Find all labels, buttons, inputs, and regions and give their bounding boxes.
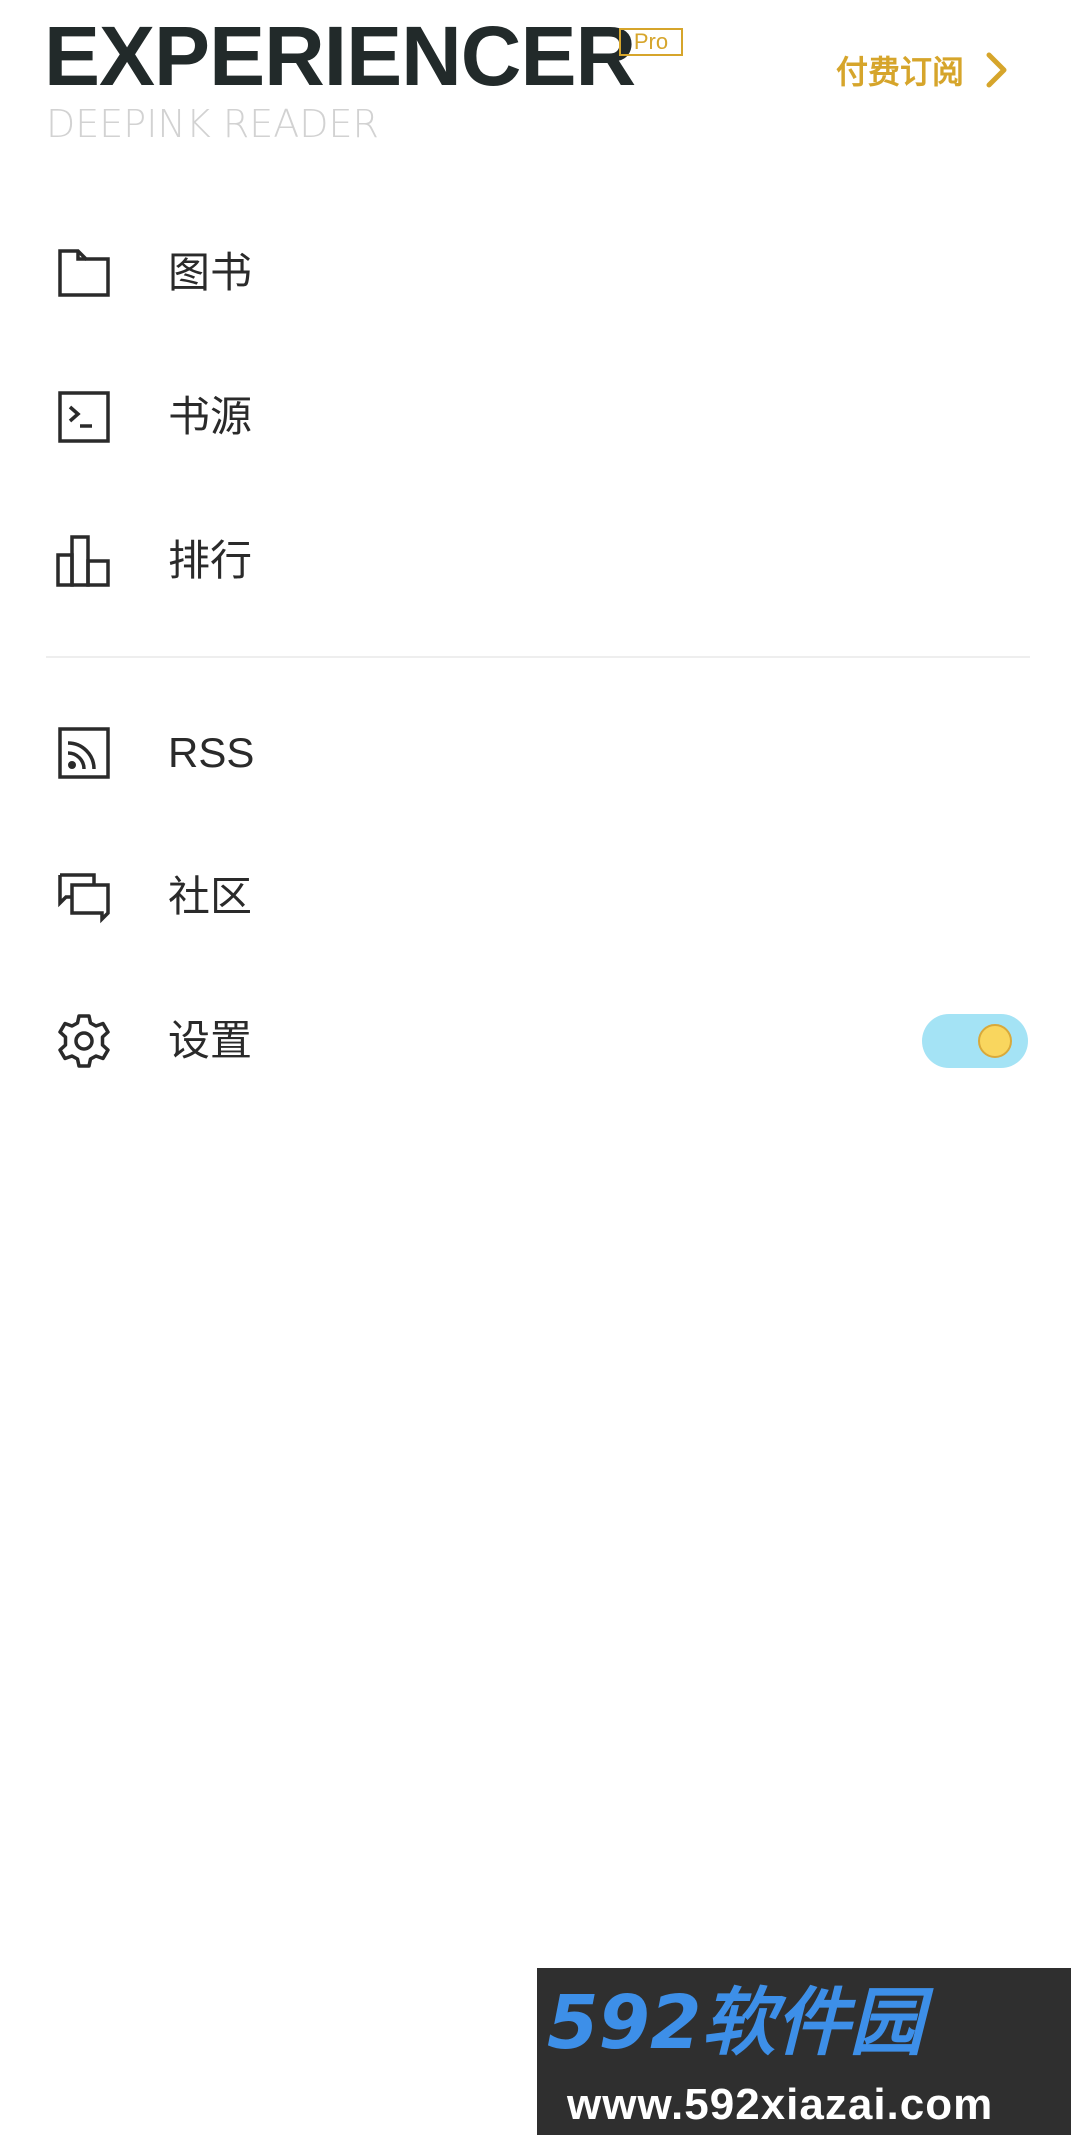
settings-toggle[interactable]: [922, 1014, 1028, 1068]
menu-item-sources[interactable]: 书源: [0, 352, 1071, 482]
watermark-logo: 592软件园: [547, 1982, 934, 2062]
menu-label-ranking: 排行: [168, 536, 253, 585]
menu-item-ranking[interactable]: 排行: [0, 496, 1071, 626]
menu-divider: [46, 656, 1030, 658]
app-subtitle: DEEPINK READER: [46, 102, 379, 146]
menu-label-rss: RSS: [168, 729, 255, 776]
subscribe-link[interactable]: 付费订阅: [836, 44, 1010, 96]
menu-label-community: 社区: [168, 872, 253, 921]
menu-label-settings: 设置: [168, 1016, 253, 1065]
watermark-url: www.592xiazai.com: [567, 2080, 994, 2129]
watermark: 592软件园 www.592xiazai.com: [537, 1968, 1071, 2135]
pro-badge: Pro: [619, 28, 683, 56]
app-title: EXPERIENCER: [44, 9, 636, 103]
terminal-icon: [56, 389, 112, 445]
chat-bubbles-icon: [56, 869, 112, 925]
menu-item-rss[interactable]: RSS: [0, 688, 1071, 818]
svg-text:592软件园: 592软件园: [547, 1982, 934, 2062]
bar-chart-icon: [56, 533, 112, 589]
menu-label-books: 图书: [168, 248, 253, 297]
chevron-right-icon: [984, 50, 1010, 90]
menu-item-books[interactable]: 图书: [0, 208, 1071, 338]
folder-icon: [56, 245, 112, 301]
menu-item-community[interactable]: 社区: [0, 832, 1071, 962]
toggle-knob: [978, 1024, 1012, 1058]
gear-icon: [56, 1013, 112, 1069]
subscribe-label: 付费订阅: [836, 53, 965, 91]
rss-icon: [56, 725, 112, 781]
menu-label-sources: 书源: [168, 392, 253, 441]
menu-item-settings[interactable]: 设置: [0, 976, 1071, 1106]
